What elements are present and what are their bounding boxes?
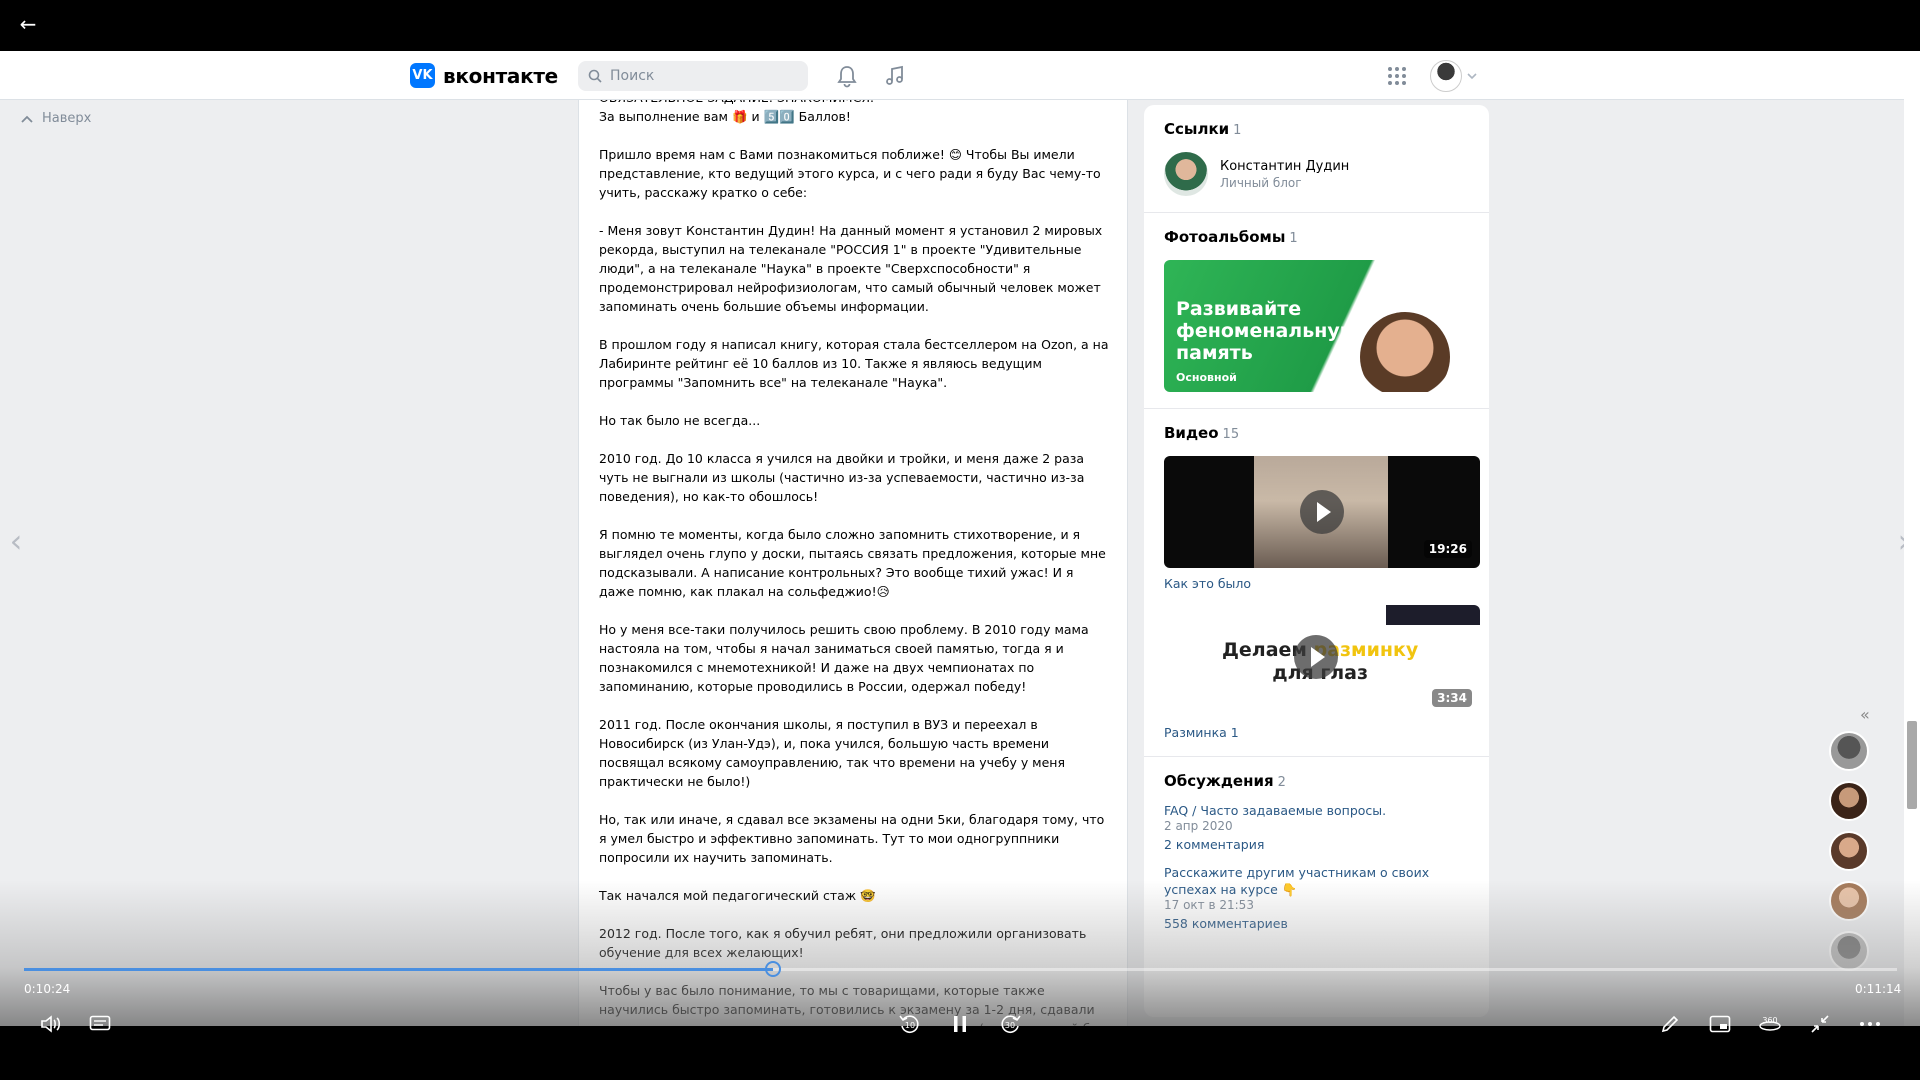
link-subtitle: Личный блог <box>1220 175 1302 190</box>
discussion-comments[interactable]: 558 комментариев <box>1164 916 1469 931</box>
top-bar: ← <box>0 0 1920 51</box>
album-photo-count: 8 <box>1461 370 1470 384</box>
discussions-heading[interactable]: Обсуждения 2 <box>1164 771 1469 790</box>
link-name: Константин Дудин <box>1220 158 1350 174</box>
svg-text:30: 30 <box>1005 1021 1015 1030</box>
pause-icon[interactable] <box>944 1008 976 1040</box>
friends-online-list <box>1826 731 1872 971</box>
friend-avatar[interactable] <box>1829 831 1869 871</box>
discussion-title[interactable]: Расскажите другим участникам о своих усп… <box>1164 864 1469 898</box>
video-duration: 3:34 <box>1432 689 1472 707</box>
discussion-comments[interactable]: 2 комментария <box>1164 837 1469 852</box>
friend-avatar[interactable] <box>1829 881 1869 921</box>
friend-avatar[interactable] <box>1829 931 1869 971</box>
subtitles-icon[interactable] <box>84 1008 116 1040</box>
page-scrollbar[interactable] <box>1904 51 1920 1026</box>
videos-heading[interactable]: Видео 15 <box>1164 423 1469 442</box>
right-sidebar: Ссылки 1 Константин Дудин Личный блог Фот… <box>1144 105 1489 1017</box>
discussion-title[interactable]: FAQ / Часто задаваемые вопросы. <box>1164 802 1469 819</box>
page-viewport: VK вконтакте Наверх ‹ › ОБЯЗАТЕЛЬНОЕ ЗАД… <box>0 51 1904 1026</box>
back-arrow-icon[interactable]: ← <box>14 10 42 38</box>
album-cover-text: Развивайте феноменальную память <box>1176 298 1359 364</box>
prev-arrow-icon[interactable]: ‹ <box>4 521 28 561</box>
vk-logo[interactable]: VK вконтакте <box>410 63 558 88</box>
discussion-date: 2 апр 2020 <box>1164 819 1233 833</box>
total-time: 0:11:14 <box>1855 982 1902 996</box>
video-thumbnail[interactable]: 19:26 <box>1164 456 1480 568</box>
player-controls: 10 30 360 <box>0 1008 1920 1044</box>
svg-text:360: 360 <box>1762 1016 1777 1025</box>
vk-logo-icon: VK <box>410 63 435 88</box>
video-caption[interactable]: Разминка 1 <box>1164 725 1469 740</box>
albums-section: Фотоальбомы 1 Развивайте феноменальную па… <box>1144 213 1489 409</box>
discussion-date: 17 окт в 21:53 <box>1164 898 1254 912</box>
albums-heading[interactable]: Фотоальбомы 1 <box>1164 227 1469 246</box>
video-frame <box>1386 605 1480 625</box>
discussions-section: Обсуждения 2 FAQ / Часто задаваемые вопро… <box>1144 757 1489 947</box>
links-heading[interactable]: Ссылки 1 <box>1164 119 1469 138</box>
volume-icon[interactable] <box>34 1008 66 1040</box>
friend-avatar[interactable] <box>1829 781 1869 821</box>
play-icon[interactable] <box>1294 635 1338 679</box>
logo-text: вконтакте <box>443 63 558 88</box>
chevron-up-icon <box>21 115 33 123</box>
search-input[interactable] <box>610 68 790 84</box>
friend-avatar[interactable] <box>1829 731 1869 771</box>
video-duration: 19:26 <box>1423 540 1472 558</box>
bell-icon[interactable] <box>834 63 860 89</box>
album-label: Основной <box>1176 371 1237 384</box>
apps-grid-icon[interactable] <box>1384 63 1410 89</box>
collapse-friends-icon[interactable]: « <box>1860 705 1870 724</box>
post-content: ОБЯЗАТЕЛЬНОЕ ЗАДАНИЕ: ЗНАКОМИМСЯ. За вып… <box>578 100 1128 1026</box>
avatar <box>1430 60 1462 92</box>
play-icon[interactable] <box>1300 490 1344 534</box>
search-icon <box>588 69 602 83</box>
post-text: ОБЯЗАТЕЛЬНОЕ ЗАДАНИЕ: ЗНАКОМИМСЯ. За вып… <box>599 100 1109 1026</box>
next-arrow-icon[interactable]: › <box>1892 521 1904 561</box>
picture-in-picture-icon[interactable] <box>1704 1008 1736 1040</box>
current-time: 0:10:24 <box>24 982 71 996</box>
to-top-button[interactable]: Наверх <box>20 111 91 126</box>
more-icon[interactable] <box>1854 1008 1886 1040</box>
vk-header: VK вконтакте <box>0 51 1904 100</box>
links-section: Ссылки 1 Константин Дудин Личный блог <box>1144 105 1489 213</box>
forward-30-icon[interactable]: 30 <box>994 1008 1026 1040</box>
search-box[interactable] <box>578 61 808 91</box>
seek-bar-fill <box>24 968 774 971</box>
chevron-down-icon <box>1467 73 1477 80</box>
rewind-10-icon[interactable]: 10 <box>894 1008 926 1040</box>
profile-menu[interactable] <box>1430 60 1478 92</box>
to-top-label: Наверх <box>42 111 92 126</box>
video-caption[interactable]: Как это было <box>1164 576 1469 591</box>
link-avatar <box>1164 152 1208 196</box>
video-thumbnail[interactable]: Делаем разминку для глаз 3:34 <box>1164 605 1480 717</box>
seek-bar[interactable] <box>24 961 1897 977</box>
music-icon[interactable] <box>882 63 908 89</box>
videos-section: Видео 15 19:26 Как это было Делаем размин… <box>1144 409 1489 757</box>
svg-text:10: 10 <box>905 1021 915 1030</box>
scrollbar-thumb[interactable] <box>1907 721 1917 809</box>
link-item[interactable]: Константин Дудин Личный блог <box>1164 152 1469 196</box>
pencil-icon[interactable] <box>1654 1008 1686 1040</box>
exit-fullscreen-icon[interactable] <box>1804 1008 1836 1040</box>
album-cover[interactable]: Развивайте феноменальную память Основной… <box>1164 260 1480 392</box>
360-view-icon[interactable]: 360 <box>1754 1008 1786 1040</box>
